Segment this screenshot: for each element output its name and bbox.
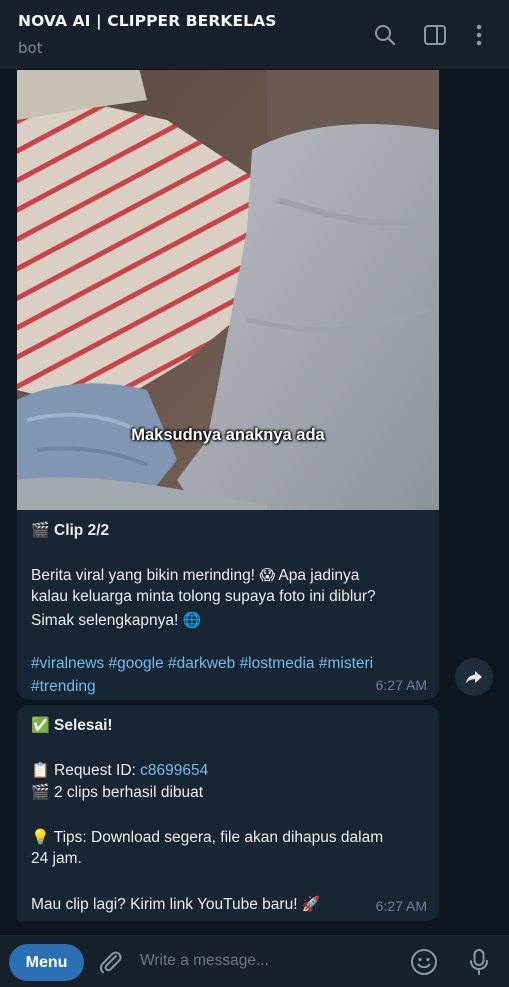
- message-time: 6:27 AM: [375, 677, 427, 693]
- light-bulb-icon: 💡: [31, 827, 50, 846]
- video-subtitle-overlay: Maksudnya anaknya ada: [131, 426, 325, 444]
- hashtag-link[interactable]: #viralnews: [31, 655, 104, 672]
- status-label: Selesai!: [54, 717, 113, 734]
- message-bubble-status: ✅ Selesai! 📋 Request ID: c8699654 🎬 2 cl…: [17, 705, 439, 921]
- closing-text: Mau clip lagi? Kirim link YouTube baru!: [31, 895, 298, 913]
- search-icon[interactable]: [372, 22, 398, 48]
- more-vertical-icon[interactable]: [466, 22, 492, 48]
- emoji-icon[interactable]: [409, 947, 439, 977]
- message-bubble-clip: Maksudnya anaknya ada 🎬 Clip 2/2 Berita …: [17, 70, 439, 700]
- microphone-icon[interactable]: [466, 947, 492, 977]
- body-line-3: kalau keluarga minta tolong supaya foto …: [31, 588, 376, 605]
- globe-icon: 🌐: [182, 610, 202, 629]
- hashtag-link[interactable]: #google: [109, 655, 164, 672]
- clip-label: Clip 2/2: [54, 522, 110, 539]
- message-time: 6:27 AM: [375, 898, 427, 914]
- video-thumbnail[interactable]: Maksudnya anaknya ada: [17, 70, 439, 510]
- request-id-value[interactable]: c8699654: [140, 762, 208, 779]
- chat-subtitle: bot: [18, 39, 43, 57]
- share-button[interactable]: [455, 658, 493, 696]
- share-forward-icon: [466, 671, 482, 684]
- sidebar-toggle-icon[interactable]: [422, 22, 448, 48]
- body-line-4: Simak selengkapnya!: [31, 611, 179, 629]
- tips-line-1: Tips: Download segera, file akan dihapus…: [53, 828, 384, 846]
- chat-history[interactable]: Maksudnya anaknya ada 🎬 Clip 2/2 Berita …: [0, 70, 509, 934]
- screaming-face-icon: 😱: [259, 565, 275, 584]
- clipboard-icon: 📋: [31, 760, 50, 779]
- hashtag-link[interactable]: #lostmedia: [240, 655, 315, 672]
- message-input[interactable]: [140, 947, 390, 975]
- check-mark-icon: ✅: [31, 716, 50, 734]
- body-line-2: Apa jadinya: [278, 566, 360, 584]
- hashtag-link[interactable]: #darkweb: [168, 655, 235, 672]
- paperclip-icon[interactable]: [96, 948, 124, 976]
- bot-menu-button[interactable]: Menu: [9, 944, 84, 981]
- clapper-board-icon: 🎬: [31, 783, 50, 801]
- chat-header: NOVA AI | CLIPPER BERKELAS bot: [0, 0, 509, 70]
- body-line-1: Berita viral yang bikin merinding!: [31, 566, 255, 584]
- chat-title[interactable]: NOVA AI | CLIPPER BERKELAS: [18, 12, 277, 30]
- clapper-board-icon: 🎬: [31, 521, 50, 539]
- message-composer: Menu: [0, 934, 509, 987]
- request-id-label: Request ID:: [54, 761, 136, 779]
- hashtag-link[interactable]: #misteri: [319, 655, 373, 672]
- rocket-icon: 🚀: [301, 894, 321, 913]
- hashtag-link[interactable]: #trending: [31, 678, 96, 695]
- clips-count-text: 2 clips berhasil dibuat: [54, 784, 204, 801]
- tips-line-2: 24 jam.: [31, 850, 82, 867]
- message-text: ✅ Selesai! 📋 Request ID: c8699654 🎬 2 cl…: [31, 714, 426, 915]
- message-text: 🎬 Clip 2/2 Berita viral yang bikin merin…: [31, 519, 426, 698]
